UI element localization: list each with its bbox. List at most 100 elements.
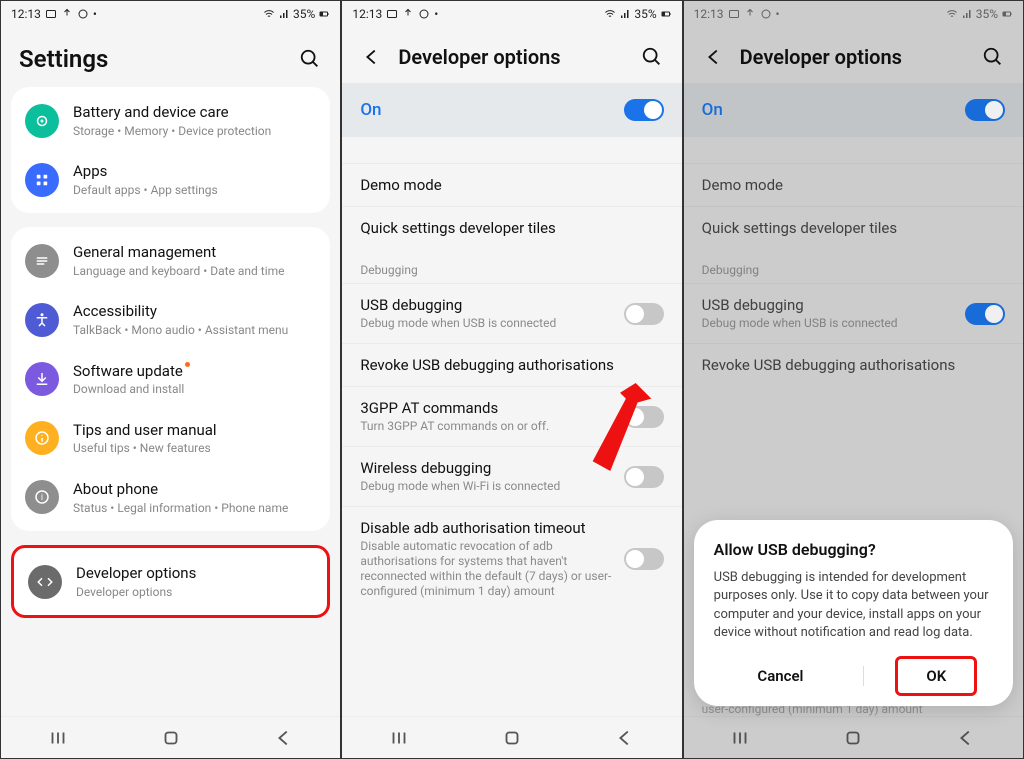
chevron-left-icon: [361, 46, 383, 68]
search-button[interactable]: [640, 45, 664, 69]
status-time: 12:13: [352, 7, 382, 21]
general-icon: [25, 244, 59, 278]
item-title: About phone: [73, 480, 316, 499]
dialog-body: USB debugging is intended for developmen…: [714, 569, 993, 642]
header: Settings: [1, 27, 340, 87]
home-button[interactable]: [160, 727, 182, 749]
home-button[interactable]: [501, 727, 523, 749]
svg-text:i: i: [41, 493, 43, 503]
search-icon: [299, 48, 321, 70]
signal-icon: [278, 8, 290, 20]
item-title: Software update: [73, 362, 316, 381]
item-sub: Developer options: [76, 585, 313, 599]
settings-item-accessibility[interactable]: Accessibility TalkBack • Mono audio • As…: [11, 290, 330, 349]
divider: [863, 666, 864, 686]
settings-item-software-update[interactable]: Software update Download and install: [11, 350, 330, 409]
status-time: 12:13: [11, 7, 41, 21]
screen-developer-options: 12:13 • 35% Developer options On Demo mo…: [341, 0, 682, 759]
search-button[interactable]: [298, 47, 322, 71]
settings-list: Battery and device care Storage • Memory…: [1, 87, 340, 716]
upload-icon: [402, 8, 414, 20]
item-title: Battery and device care: [73, 103, 316, 122]
wifi-icon: [604, 8, 616, 20]
settings-item-developer-options[interactable]: Developer options Developer options: [14, 552, 327, 611]
about-phone-icon: i: [25, 480, 59, 514]
section-label-debugging: Debugging: [342, 249, 681, 283]
item-title: Apps: [73, 162, 316, 181]
master-toggle[interactable]: [624, 99, 664, 121]
item-title: General management: [73, 243, 316, 262]
ok-button[interactable]: OK: [895, 656, 977, 696]
nav-bar: [1, 716, 340, 758]
accessibility-icon: [25, 303, 59, 337]
battery-icon: [318, 8, 330, 20]
dot-icon: •: [93, 7, 97, 21]
software-update-icon: [25, 362, 59, 396]
page-title: Settings: [19, 45, 284, 73]
screen-settings: 12:13 • 35% Settings Battery an: [0, 0, 341, 759]
dot-icon: •: [434, 7, 438, 21]
clock-icon: [418, 8, 430, 20]
settings-item-general[interactable]: General management Language and keyboard…: [11, 231, 330, 290]
dev-item-3gpp[interactable]: 3GPP AT commands Turn 3GPP AT commands o…: [342, 386, 681, 446]
usb-debugging-dialog: Allow USB debugging? USB debugging is in…: [694, 520, 1013, 706]
back-button[interactable]: [360, 45, 384, 69]
nav-bar: [342, 716, 681, 758]
settings-item-battery[interactable]: Battery and device care Storage • Memory…: [11, 91, 330, 150]
item-title: Tips and user manual: [73, 421, 316, 440]
cancel-button[interactable]: Cancel: [729, 659, 831, 693]
gallery-icon: [45, 8, 57, 20]
item-sub: Language and keyboard • Date and time: [73, 264, 316, 278]
settings-group: Battery and device care Storage • Memory…: [11, 87, 330, 213]
recents-button[interactable]: [47, 727, 69, 749]
recents-button[interactable]: [388, 727, 410, 749]
dev-item-quick-tiles[interactable]: Quick settings developer tiles: [342, 206, 681, 249]
dev-item-disable-adb-timeout[interactable]: Disable adb authorisation timeout Disabl…: [342, 506, 681, 611]
dialog-title: Allow USB debugging?: [714, 540, 993, 559]
back-button[interactable]: [273, 727, 295, 749]
master-toggle-row[interactable]: On: [342, 83, 681, 137]
item-sub: TalkBack • Mono audio • Assistant menu: [73, 323, 316, 337]
settings-item-apps[interactable]: Apps Default apps • App settings: [11, 150, 330, 209]
dev-item-revoke[interactable]: Revoke USB debugging authorisations: [342, 343, 681, 386]
developer-list: Demo mode Quick settings developer tiles…: [342, 137, 681, 716]
battery-icon: [660, 8, 672, 20]
signal-icon: [619, 8, 631, 20]
dialog-actions: Cancel OK: [714, 656, 993, 696]
apps-icon: [25, 163, 59, 197]
item-sub: Download and install: [73, 382, 316, 396]
settings-item-about[interactable]: i About phone Status • Legal information…: [11, 468, 330, 527]
battery-text: 35%: [293, 7, 315, 21]
developer-icon: [28, 565, 62, 599]
item-sub: Useful tips • New features: [73, 441, 316, 455]
gallery-icon: [386, 8, 398, 20]
search-icon: [641, 46, 663, 68]
wireless-debugging-toggle[interactable]: [624, 466, 664, 488]
update-badge-icon: [185, 362, 190, 367]
status-bar: 12:13 • 35%: [342, 1, 681, 27]
item-sub: Status • Legal information • Phone name: [73, 501, 316, 515]
header: Developer options: [342, 27, 681, 83]
page-title: Developer options: [398, 45, 625, 69]
item-title: Accessibility: [73, 302, 316, 321]
dev-item-wireless-debugging[interactable]: Wireless debugging Debug mode when Wi-Fi…: [342, 446, 681, 506]
item-title: Developer options: [76, 564, 313, 583]
clock-icon: [77, 8, 89, 20]
status-bar: 12:13 • 35%: [1, 1, 340, 27]
wifi-icon: [263, 8, 275, 20]
3gpp-toggle[interactable]: [624, 406, 664, 428]
on-label: On: [360, 100, 381, 120]
item-sub: Default apps • App settings: [73, 183, 316, 197]
screen-developer-options-dialog: 12:13 • 35% Developer options On Demo mo…: [683, 0, 1024, 759]
tips-icon: [25, 421, 59, 455]
battery-text: 35%: [634, 7, 656, 21]
dev-item-demo-mode[interactable]: Demo mode: [342, 163, 681, 206]
settings-item-tips[interactable]: Tips and user manual Useful tips • New f…: [11, 409, 330, 468]
disable-adb-toggle[interactable]: [624, 548, 664, 570]
battery-care-icon: [25, 104, 59, 138]
settings-group: General management Language and keyboard…: [11, 227, 330, 531]
back-button[interactable]: [614, 727, 636, 749]
settings-group-developer: Developer options Developer options: [11, 545, 330, 618]
usb-debugging-toggle[interactable]: [624, 303, 664, 325]
dev-item-usb-debugging[interactable]: USB debugging Debug mode when USB is con…: [342, 283, 681, 343]
